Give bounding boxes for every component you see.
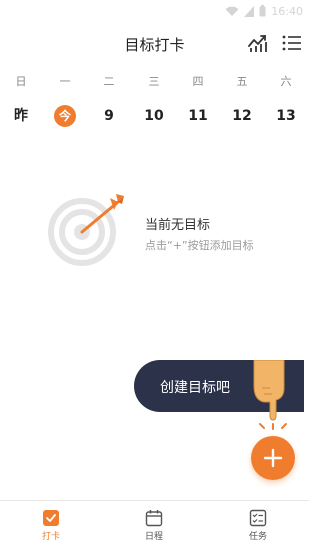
empty-state-title: 当前无目标 — [145, 218, 211, 233]
nav-label: 打卡 — [41, 532, 60, 542]
nav-label: 任务 — [248, 532, 267, 542]
status-bar: 16:40 — [0, 0, 309, 22]
weekday-label: 一 — [59, 75, 71, 88]
battery-icon — [259, 5, 266, 17]
date-cell[interactable]: 13 — [268, 103, 304, 129]
wifi-icon — [225, 6, 239, 16]
status-time: 16:40 — [271, 4, 303, 18]
empty-state-hint: 点击“+”按钮添加目标 — [145, 239, 254, 252]
pointing-hand-icon — [250, 359, 298, 430]
nav-item-checkin[interactable]: 打卡 — [26, 509, 76, 542]
guide-text: 创建目标吧 — [160, 380, 230, 396]
status-icons: 16:40 — [225, 3, 303, 19]
signal-icon — [244, 5, 255, 17]
date-cell-today[interactable]: 今 — [47, 103, 83, 129]
bottom-nav: 打卡 日程 任务 — [0, 500, 309, 550]
target-arrow-icon — [48, 188, 128, 268]
date-cell[interactable]: 昨 — [3, 103, 39, 129]
weekday-label: 四 — [192, 75, 204, 88]
today-badge: 今 — [54, 105, 76, 127]
weekday-label: 五 — [236, 75, 248, 88]
menu-button[interactable] — [281, 33, 303, 53]
weekday-label: 三 — [148, 75, 160, 88]
date-cell[interactable]: 10 — [136, 103, 172, 129]
date-cell[interactable]: 9 — [91, 103, 127, 129]
nav-item-tasks[interactable]: 任务 — [233, 509, 283, 542]
nav-label: 日程 — [144, 532, 163, 542]
chart-line-icon — [248, 35, 267, 52]
nav-item-schedule[interactable]: 日程 — [129, 509, 179, 542]
add-goal-button[interactable] — [251, 436, 295, 480]
weekday-label: 六 — [280, 75, 292, 88]
calendar-icon — [145, 510, 163, 527]
weekday-label: 二 — [103, 75, 115, 88]
plus-icon — [263, 448, 283, 468]
weekday-row: 日 一 二 三 四 五 六 — [0, 72, 309, 92]
checkin-icon — [43, 510, 59, 526]
list-menu-icon — [282, 35, 301, 51]
stats-button[interactable] — [247, 33, 269, 53]
date-row: 昨 今 9 10 11 12 13 — [0, 103, 309, 129]
task-list-icon — [249, 509, 267, 527]
app-header: 目标打卡 — [0, 22, 309, 66]
weekday-label: 日 — [15, 75, 27, 88]
date-cell[interactable]: 12 — [224, 103, 260, 129]
date-cell[interactable]: 11 — [180, 103, 216, 129]
